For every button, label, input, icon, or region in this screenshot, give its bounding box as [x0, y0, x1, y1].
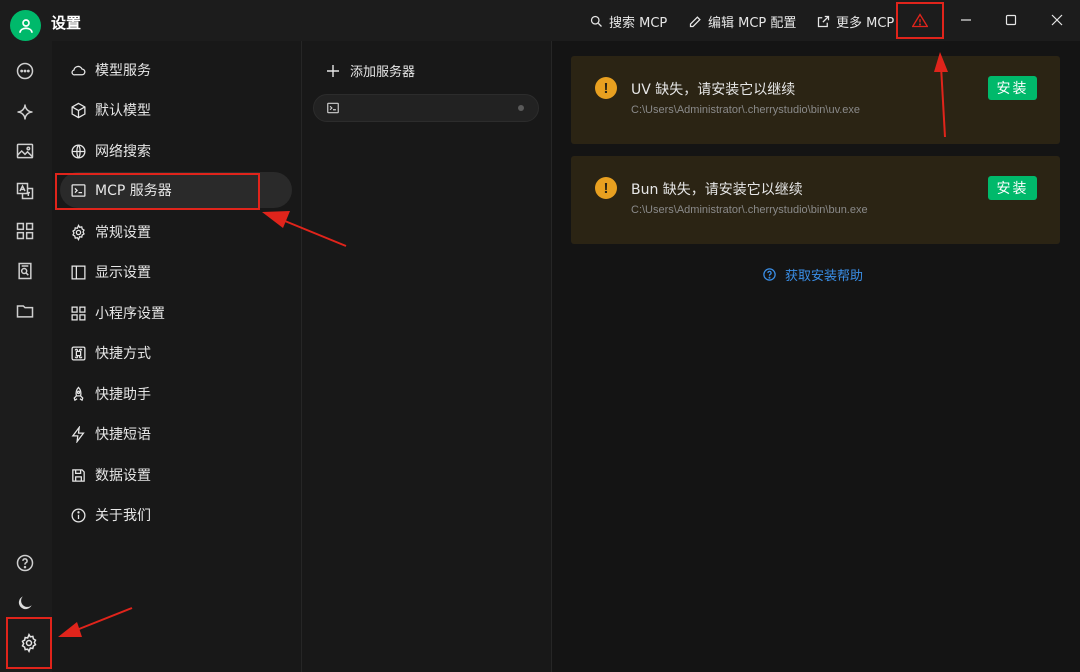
user-avatar-icon[interactable]: [10, 10, 41, 41]
terminal-icon: [327, 102, 339, 114]
grid-icon: [71, 305, 86, 321]
globe-icon: [71, 143, 86, 159]
add-server-label: 添加服务器: [350, 65, 416, 80]
edit-mcp-config-button[interactable]: 编辑 MCP 配置: [688, 12, 796, 31]
menu-item-web-search[interactable]: 网络搜索: [70, 141, 151, 161]
menu-item-label: 关于我们: [95, 508, 151, 524]
menu-item-shortcuts[interactable]: 快捷方式: [70, 343, 151, 363]
alert-path: C:\Users\Administrator\.cherrystudio\bin…: [631, 104, 861, 116]
folder-icon[interactable]: [14, 300, 36, 322]
maximize-button[interactable]: [999, 8, 1023, 32]
bun-missing-alert: ! Bun 缺失，请安装它以继续 C:\Users\Administrator\…: [571, 156, 1060, 244]
cube-icon: [71, 102, 86, 118]
translate-icon[interactable]: [14, 180, 36, 202]
status-dot: [518, 105, 524, 111]
external-link-icon: [817, 15, 830, 28]
install-help-link[interactable]: 获取安装帮助: [762, 265, 863, 284]
apps-icon[interactable]: [14, 220, 36, 242]
menu-item-label: 默认模型: [95, 103, 151, 119]
minimize-button[interactable]: [954, 8, 978, 32]
warning-triangle-icon: [912, 13, 928, 28]
moon-icon[interactable]: [14, 592, 36, 614]
help-icon[interactable]: [14, 552, 36, 574]
menu-item-label: 网络搜索: [95, 144, 151, 160]
title-bar: 设置 搜索 MCP 编辑 MCP 配置 更多 MCP: [0, 0, 1080, 41]
more-mcp-button[interactable]: 更多 MCP: [816, 12, 894, 31]
menu-item-general-settings[interactable]: 常规设置: [70, 222, 151, 242]
menu-item-quick-assistant[interactable]: 快捷助手: [70, 384, 151, 404]
sparkle-icon[interactable]: [14, 101, 36, 123]
menu-item-label: 模型服务: [95, 63, 151, 79]
install-uv-button[interactable]: 安装: [988, 76, 1037, 100]
warning-button[interactable]: [896, 2, 944, 39]
chat-icon[interactable]: [14, 60, 36, 82]
cloud-icon: [71, 65, 86, 75]
search-mcp-button[interactable]: 搜索 MCP: [589, 12, 667, 31]
maximize-icon: [1005, 14, 1017, 26]
zap-icon: [71, 425, 85, 443]
menu-item-label: 显示设置: [95, 265, 151, 281]
layout-icon: [71, 264, 86, 280]
exclamation-icon: !: [595, 177, 617, 199]
menu-item-quick-phrases[interactable]: 快捷短语: [70, 424, 151, 444]
plus-icon: [327, 64, 339, 77]
alert-path: C:\Users\Administrator\.cherrystudio\bin…: [631, 204, 868, 216]
pencil-icon: [689, 16, 701, 28]
menu-item-miniapp-settings[interactable]: 小程序设置: [70, 303, 165, 323]
settings-button[interactable]: [6, 617, 52, 669]
menu-item-model-service[interactable]: 模型服务: [70, 60, 151, 80]
menu-item-data-settings[interactable]: 数据设置: [70, 465, 151, 485]
menu-item-display-settings[interactable]: 显示设置: [70, 262, 151, 282]
icon-rail: [0, 41, 52, 672]
install-bun-button[interactable]: 安装: [988, 176, 1037, 200]
menu-item-label: 快捷短语: [95, 427, 151, 443]
gear-icon: [72, 223, 85, 241]
alert-title: UV 缺失，请安装它以继续: [631, 82, 796, 98]
menu-item-label: 数据设置: [95, 468, 151, 484]
menu-item-label: 常规设置: [95, 225, 151, 241]
command-icon: [71, 345, 86, 361]
close-icon: [1051, 14, 1063, 26]
info-icon: [71, 507, 86, 523]
settings-menu: 模型服务 默认模型 网络搜索 MCP 服务器 常规设置 显示设置 小程序设置 快…: [52, 41, 302, 672]
close-button[interactable]: [1045, 8, 1069, 32]
install-help-label: 获取安装帮助: [785, 269, 864, 284]
minimize-icon: [961, 19, 971, 21]
menu-item-label: 快捷方式: [95, 346, 151, 362]
image-icon[interactable]: [14, 140, 36, 162]
alert-title: Bun 缺失，请安装它以继续: [631, 182, 803, 198]
exclamation-icon: !: [595, 77, 617, 99]
window-title: 设置: [51, 14, 82, 32]
menu-item-label: 小程序设置: [95, 306, 165, 322]
edit-mcp-config-label: 编辑 MCP 配置: [708, 16, 797, 31]
menu-item-label: 快捷助手: [95, 387, 151, 403]
server-list-item[interactable]: [313, 94, 539, 122]
rocket-icon: [73, 386, 84, 401]
main-content: ! UV 缺失，请安装它以继续 C:\Users\Administrator\.…: [552, 41, 1080, 672]
question-circle-icon: [763, 268, 776, 281]
menu-item-default-model[interactable]: 默认模型: [70, 100, 151, 120]
save-icon: [72, 468, 85, 482]
menu-item-about[interactable]: 关于我们: [70, 505, 151, 525]
add-server-button[interactable]: 添加服务器: [326, 61, 415, 80]
knowledge-search-icon[interactable]: [14, 260, 36, 282]
highlight-box-mcp-servers: [55, 173, 260, 210]
server-list-panel: 添加服务器: [302, 41, 552, 672]
gear-icon: [21, 633, 37, 653]
search-mcp-label: 搜索 MCP: [609, 16, 668, 31]
more-mcp-label: 更多 MCP: [836, 16, 895, 31]
uv-missing-alert: ! UV 缺失，请安装它以继续 C:\Users\Administrator\.…: [571, 56, 1060, 144]
search-icon: [590, 15, 602, 27]
